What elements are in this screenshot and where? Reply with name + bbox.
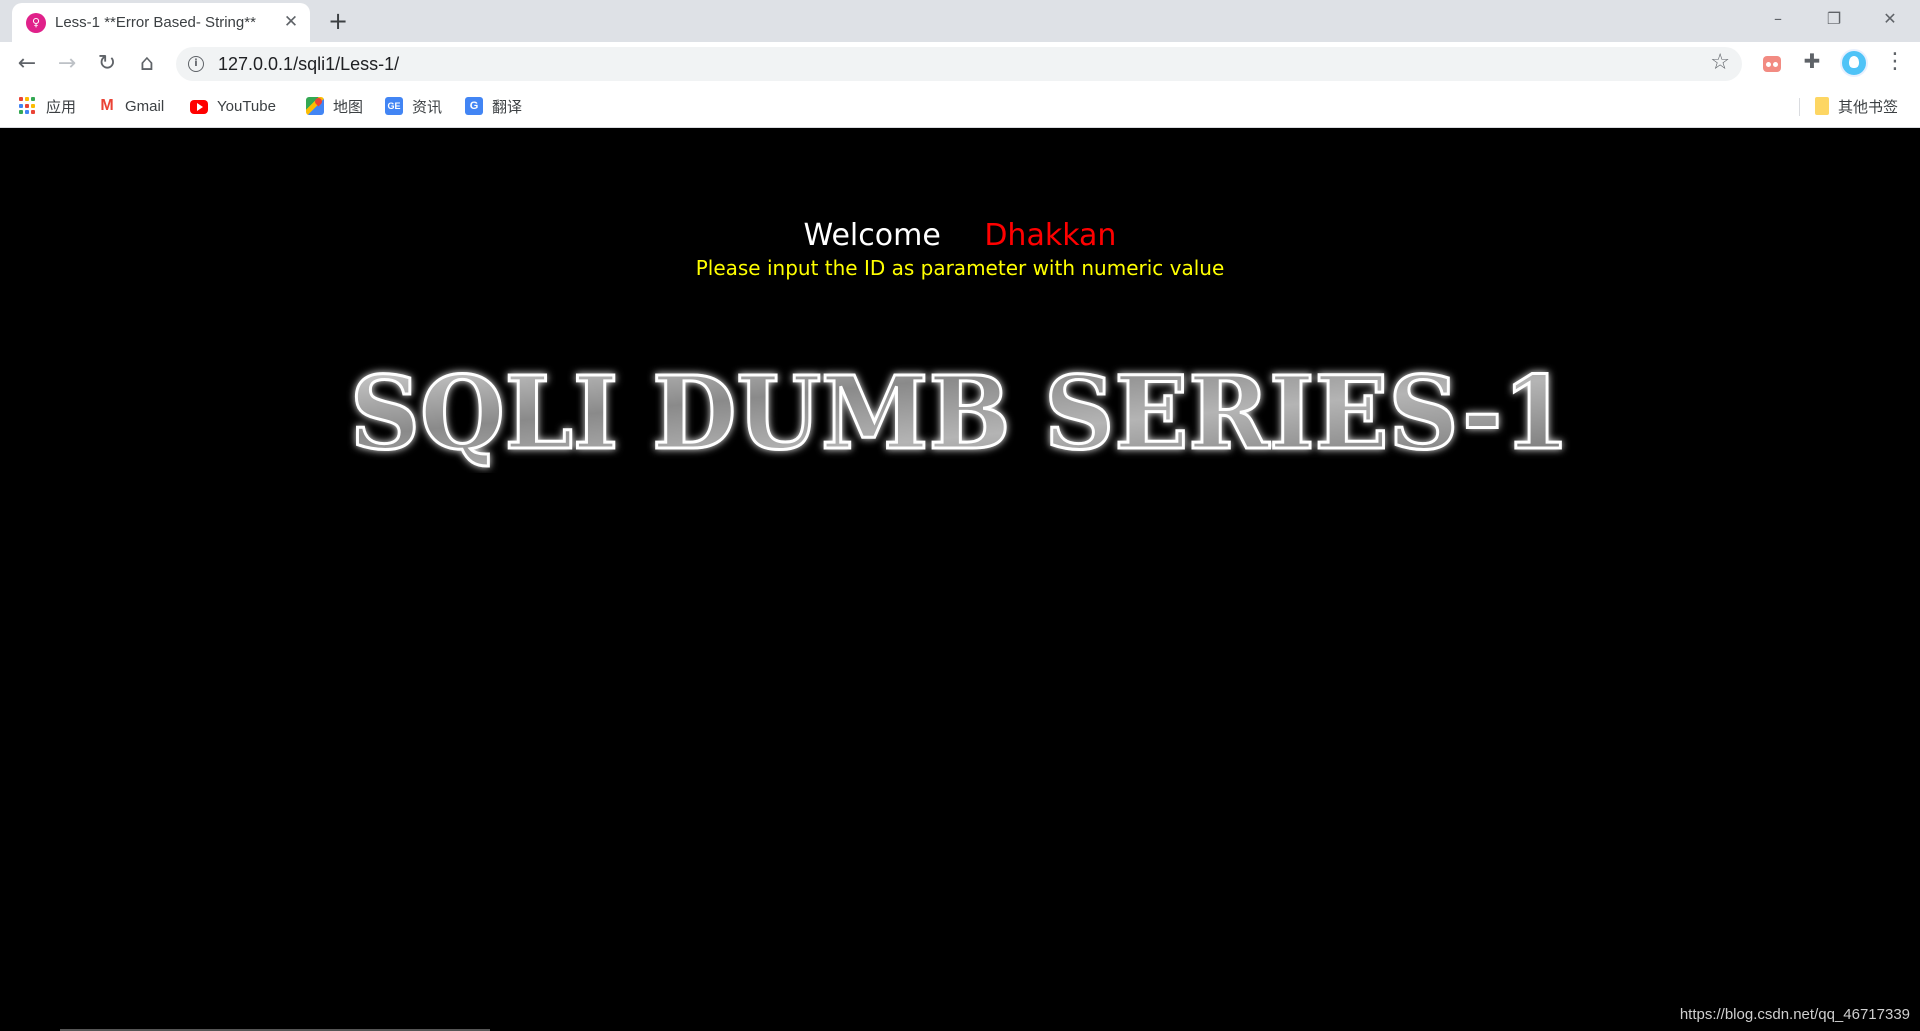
youtube-icon — [190, 100, 208, 114]
bookmark-translate[interactable]: G 翻译 — [465, 95, 522, 117]
bookmark-label: 资讯 — [412, 98, 443, 116]
browser-tab[interactable]: ♀ Less-1 **Error Based- String** ✕ — [12, 3, 310, 42]
close-tab-icon[interactable]: ✕ — [280, 11, 302, 33]
user-name: Dhakkan — [984, 218, 1117, 253]
extension-icon[interactable] — [1757, 49, 1787, 79]
bookmarks-bar: 应用 M Gmail YouTube 地图 GE 资讯 G 翻译 其他书签 — [0, 86, 1920, 128]
extensions-puzzle-icon[interactable]: ✚ — [1797, 49, 1827, 79]
gmail-icon: M — [100, 97, 114, 114]
home-icon[interactable]: ⌂ — [131, 48, 163, 80]
tab-title: Less-1 **Error Based- String** — [55, 14, 256, 31]
bookmark-apps[interactable]: 应用 — [19, 95, 76, 117]
folder-icon — [1815, 97, 1829, 115]
bookmark-maps[interactable]: 地图 — [306, 95, 363, 117]
address-bar[interactable]: i 127.0.0.1/sqli1/Less-1/ ☆ — [176, 47, 1742, 81]
bookmark-youtube[interactable]: YouTube — [190, 95, 276, 117]
welcome-line: Welcome Dhakkan — [0, 218, 1920, 253]
bookmark-label: Gmail — [125, 97, 165, 115]
bookmark-star-icon[interactable]: ☆ — [1710, 50, 1730, 75]
minimize-button[interactable]: – — [1758, 6, 1798, 32]
forward-icon[interactable]: → — [51, 48, 83, 80]
restore-button[interactable]: ❐ — [1814, 6, 1854, 32]
back-icon[interactable]: ← — [11, 48, 43, 80]
bookmark-label: 应用 — [46, 98, 77, 116]
window-close-button[interactable]: ✕ — [1870, 6, 1910, 32]
bookmark-other-folder[interactable]: 其他书签 — [1815, 95, 1898, 117]
banner-text: SQLI DUMB SERIES-1 — [350, 354, 1570, 472]
bookmarks-divider — [1799, 98, 1800, 116]
translate-icon: G — [465, 97, 483, 115]
instruction-text: Please input the ID as parameter with nu… — [695, 256, 1225, 280]
watermark: https://blog.csdn.net/qq_46717339 — [1679, 1006, 1910, 1023]
series-banner-image: SQLI DUMB SERIES-1 — [349, 353, 1572, 473]
url-text[interactable]: 127.0.0.1/sqli1/Less-1/ — [218, 54, 399, 75]
reload-icon[interactable]: ↻ — [91, 48, 123, 80]
page-content: Welcome Dhakkan Please input the ID as p… — [0, 128, 1920, 1031]
bookmark-news[interactable]: GE 资讯 — [385, 95, 442, 117]
new-tab-button[interactable]: + — [324, 8, 352, 34]
menu-icon[interactable]: ⋮ — [1880, 49, 1910, 79]
bookmark-label: YouTube — [217, 97, 276, 115]
bookmark-gmail[interactable]: M Gmail — [98, 95, 164, 117]
maps-icon — [306, 97, 324, 115]
apps-icon — [19, 97, 37, 115]
bookmark-label: 翻译 — [492, 98, 523, 116]
info-icon[interactable]: i — [188, 56, 204, 72]
welcome-text: Welcome — [803, 218, 941, 253]
bookmark-label: 其他书签 — [1838, 98, 1899, 116]
tab-strip: ♀ Less-1 **Error Based- String** ✕ + – ❐… — [0, 0, 1920, 42]
bookmark-label: 地图 — [333, 98, 364, 116]
news-icon: GE — [385, 97, 403, 115]
php-icon: ♀ — [26, 13, 46, 33]
profile-avatar[interactable] — [1840, 49, 1868, 77]
browser-toolbar: ← → ↻ ⌂ i 127.0.0.1/sqli1/Less-1/ ☆ ✚ ⋮ — [0, 42, 1920, 86]
